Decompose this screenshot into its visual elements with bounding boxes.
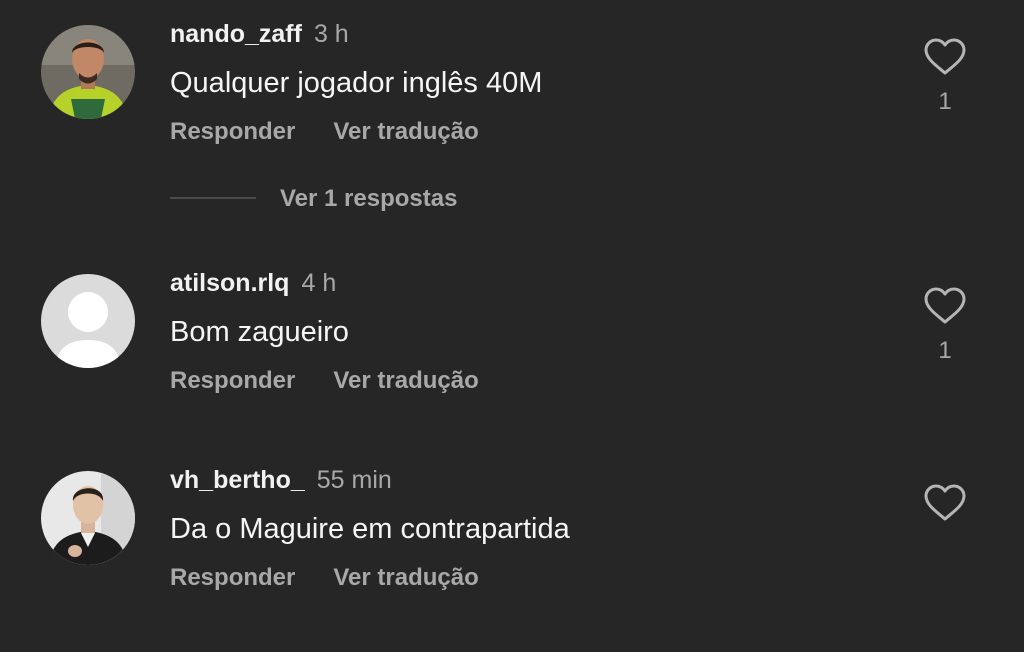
comment-text: Bom zagueiro — [170, 316, 349, 348]
username[interactable]: vh_bertho_ — [170, 466, 305, 494]
comment-meta: nando_zaff 3 h — [170, 19, 349, 49]
comment-actions: Responder Ver tradução — [170, 563, 479, 593]
avatar[interactable] — [41, 25, 135, 119]
heart-icon — [924, 38, 966, 75]
see-translation-button[interactable]: Ver tradução — [333, 367, 478, 394]
view-replies[interactable]: Ver 1 respostas — [170, 183, 570, 215]
comment-meta: atilson.rlq 4 h — [170, 268, 336, 298]
view-replies-button[interactable]: Ver 1 respostas — [280, 183, 457, 215]
timestamp: 3 h — [313, 20, 349, 48]
like-count: 1 — [938, 337, 952, 364]
timestamp: 55 min — [316, 466, 392, 494]
comment-text: Da o Maguire em contrapartida — [170, 513, 570, 545]
heart-icon — [924, 484, 966, 521]
avatar-photo — [41, 471, 135, 565]
avatar-photo — [41, 25, 135, 119]
comment-meta: vh_bertho_ 55 min — [170, 465, 392, 495]
comment-actions: Responder Ver tradução — [170, 117, 479, 147]
reply-button[interactable]: Responder — [170, 118, 295, 145]
reply-button[interactable]: Responder — [170, 564, 295, 591]
heart-icon — [924, 287, 966, 324]
like-count: 1 — [938, 88, 952, 115]
like-button[interactable] — [922, 286, 968, 326]
like-button[interactable] — [922, 37, 968, 77]
avatar[interactable] — [41, 274, 135, 368]
like-button[interactable] — [922, 483, 968, 523]
username[interactable]: nando_zaff — [170, 20, 302, 48]
comment-text: Qualquer jogador inglês 40M — [170, 67, 543, 99]
timestamp: 4 h — [301, 269, 337, 297]
comment-actions: Responder Ver tradução — [170, 366, 479, 396]
replies-divider — [170, 197, 256, 199]
reply-button[interactable]: Responder — [170, 367, 295, 394]
username[interactable]: atilson.rlq — [170, 269, 289, 297]
see-translation-button[interactable]: Ver tradução — [333, 564, 478, 591]
default-avatar-icon — [41, 274, 135, 368]
avatar[interactable] — [41, 471, 135, 565]
see-translation-button[interactable]: Ver tradução — [333, 118, 478, 145]
